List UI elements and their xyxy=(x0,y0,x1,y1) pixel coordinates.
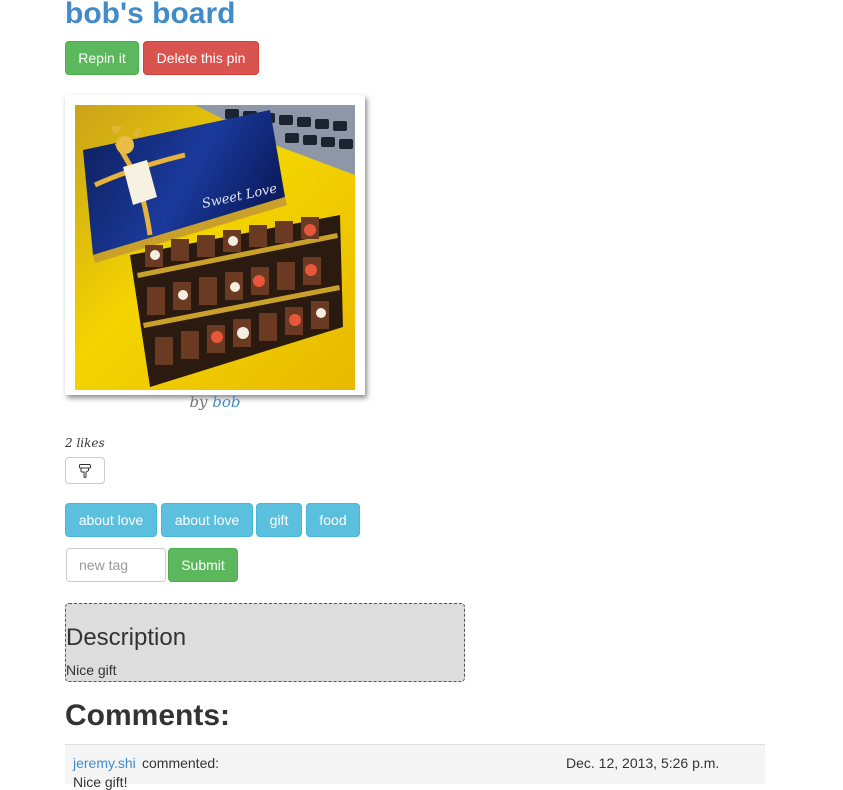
repin-button[interactable]: Repin it xyxy=(65,41,139,75)
comment-author-link[interactable]: jeremy.shi xyxy=(73,755,136,771)
comment-item: jeremy.shi commented: Dec. 12, 2013, 5:2… xyxy=(65,744,765,790)
thumbs-down-icon xyxy=(79,463,91,478)
tag-button[interactable]: food xyxy=(306,503,360,537)
comment-verb: commented: xyxy=(142,755,220,771)
tag-button[interactable]: gift xyxy=(256,503,302,537)
comment-date: Dec. 12, 2013, 5:26 p.m. xyxy=(566,755,720,771)
delete-pin-button[interactable]: Delete this pin xyxy=(143,41,259,75)
board-title: bob's board xyxy=(65,0,236,30)
description-box: Description Nice gift xyxy=(65,603,465,682)
pin-byline: by bob xyxy=(65,393,365,411)
pin-photo[interactable]: Sweet Love xyxy=(75,105,355,390)
description-text: Nice gift xyxy=(66,662,117,678)
comments-heading: Comments: xyxy=(65,699,231,732)
comment-text: Nice gift! xyxy=(73,774,128,790)
pin-photo-frame: Sweet Love xyxy=(65,95,365,395)
likes-count: 2 likes xyxy=(65,436,105,450)
like-toggle-button[interactable] xyxy=(65,457,105,484)
byline-prefix: by xyxy=(189,393,208,411)
new-tag-input[interactable] xyxy=(66,548,166,582)
description-heading: Description xyxy=(66,624,187,651)
submit-tag-button[interactable]: Submit xyxy=(168,548,238,582)
tag-button[interactable]: about love xyxy=(161,503,253,537)
pin-author-link[interactable]: bob xyxy=(212,393,240,411)
tag-button[interactable]: about love xyxy=(65,503,157,537)
